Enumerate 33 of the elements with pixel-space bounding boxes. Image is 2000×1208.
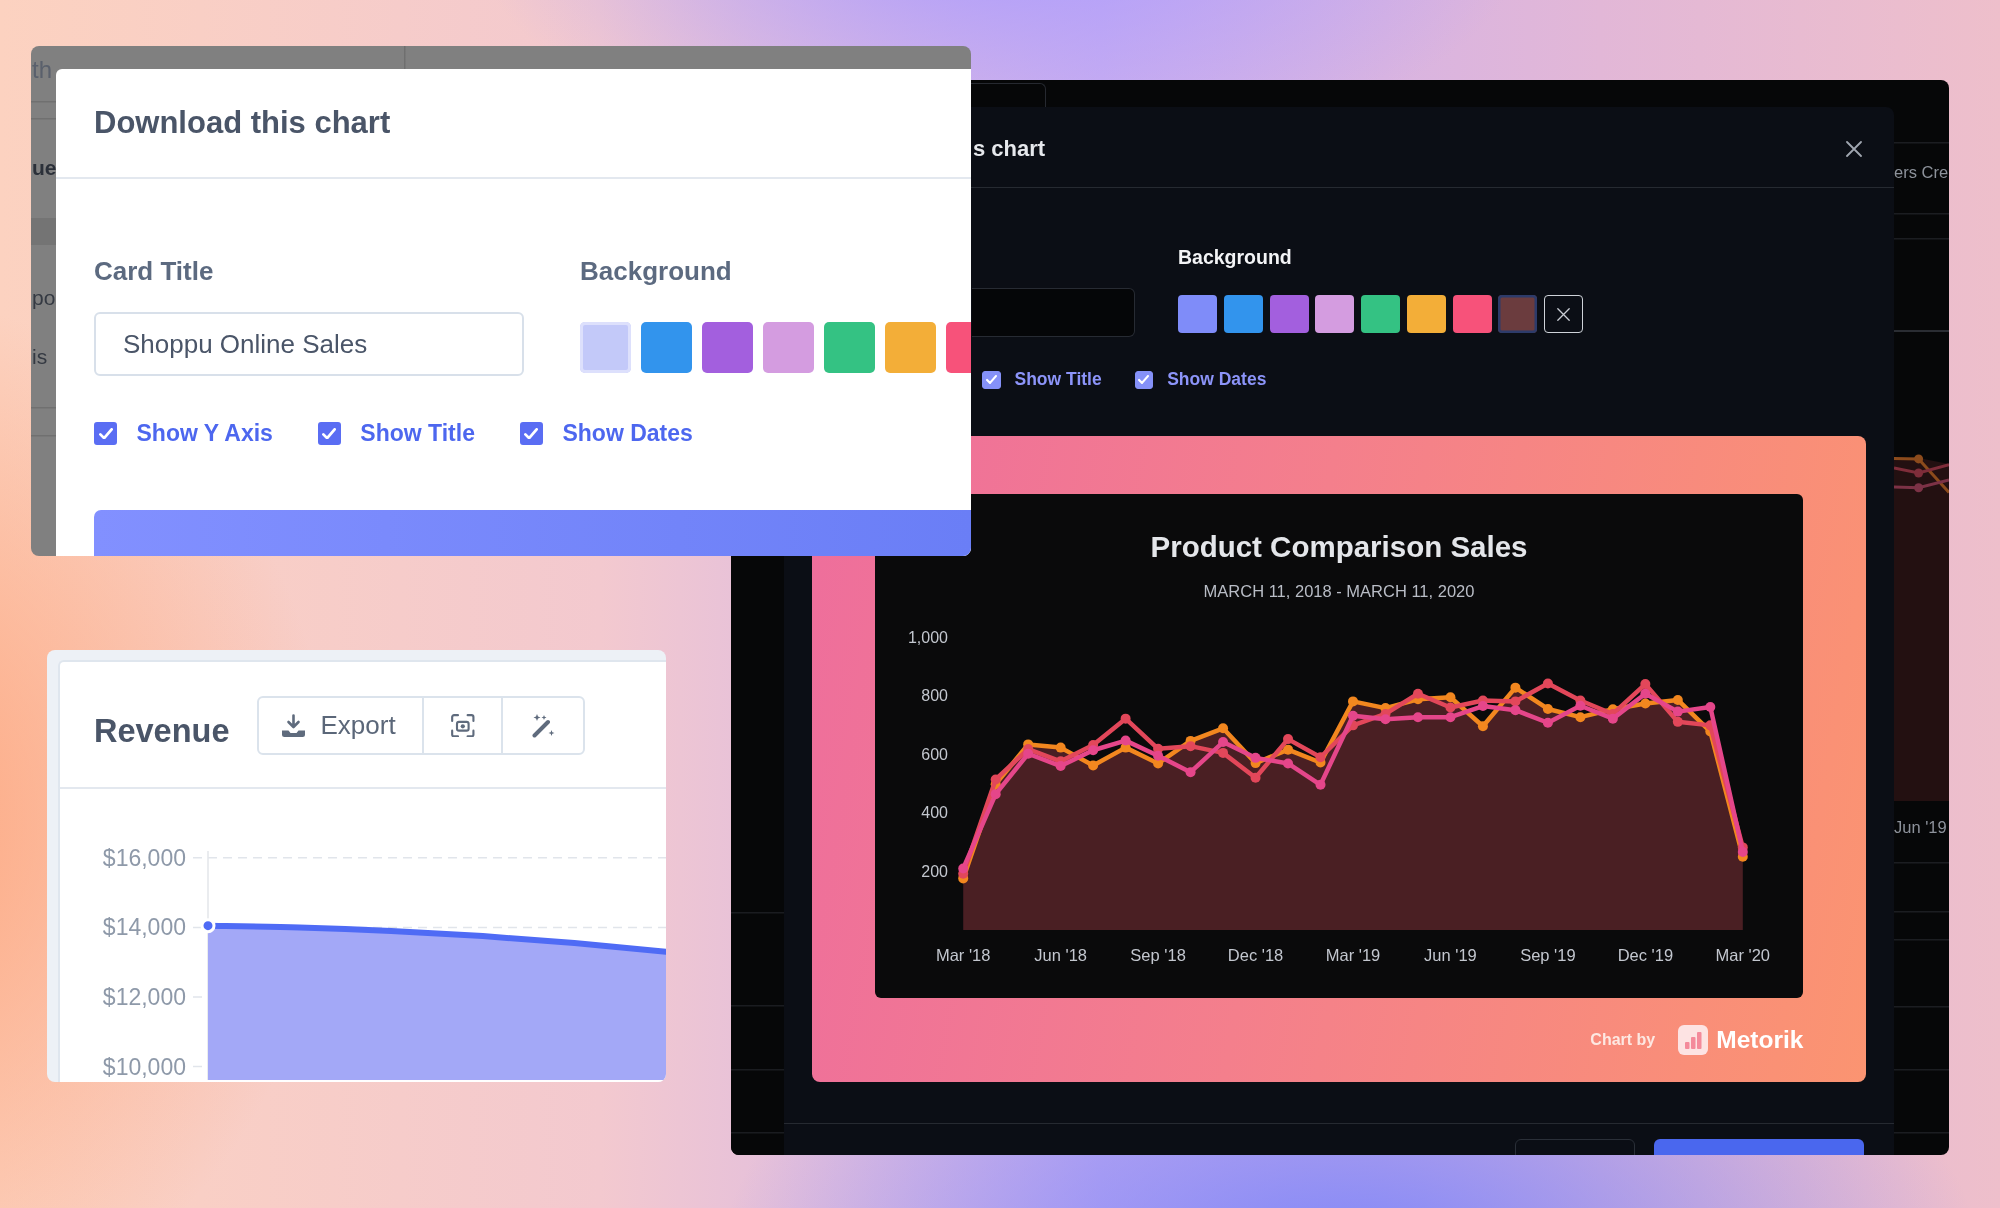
axis-label: 600 [921,746,948,764]
axis-label: $10,000 [102,1053,186,1080]
axis-label: Dec '19 [1617,946,1674,965]
field-label: Background [1178,245,1293,269]
partial-text: Jun '19 [1894,816,1947,838]
axis-label: $12,000 [102,984,186,1010]
axis-label: 400 [921,804,948,822]
credit-label: Chart by [1590,1031,1656,1050]
axis-label: 1,000 [907,629,948,647]
axis-label: Mar '18 [935,946,991,965]
axis-label: Jun '18 [1034,946,1087,965]
date-range: MARCH 11, 2018 - MARCH 11, 2020 [1203,581,1475,602]
field-label: Background [580,257,733,285]
dialog-title: s chart [973,135,1046,162]
axis-label: $14,000 [102,914,186,941]
axis-label: Sep '18 [1130,946,1186,965]
dialog-title: Download this chart [94,105,391,141]
brand-name: Metorik [1716,1026,1804,1055]
axis-label: 800 [921,687,948,705]
card-title: Revenue [94,711,230,750]
partial-text: ers Cre [1894,162,1949,183]
chart-title: Product Comparison Sales [1150,529,1528,564]
partial-text: ue [32,156,57,180]
partial-text: is [32,345,48,369]
partial-text: po [32,286,56,310]
axis-label: Mar '20 [1715,946,1771,965]
axis-label: 200 [921,863,948,881]
field-label: Card Title [94,257,215,285]
axis-label: Jun '19 [1424,946,1477,965]
axis-label: Sep '19 [1520,946,1576,965]
axis-label: Mar '19 [1325,946,1381,965]
axis-label: Dec '18 [1227,946,1284,965]
axis-label: $16,000 [102,844,186,871]
